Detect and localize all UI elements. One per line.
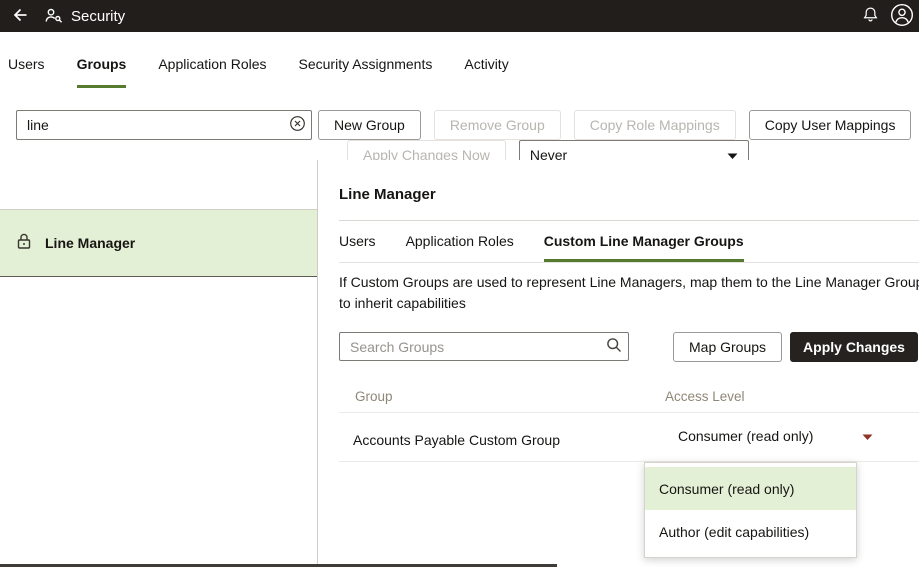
tab-groups[interactable]: Groups — [77, 56, 127, 88]
lock-icon — [16, 232, 32, 255]
map-groups-button[interactable]: Map Groups — [673, 332, 782, 362]
detail-divider — [339, 220, 919, 221]
detail-tab-users[interactable]: Users — [339, 233, 376, 262]
search-groups-input[interactable] — [340, 339, 600, 355]
group-search-box — [16, 110, 312, 140]
arrow-left-icon — [11, 7, 28, 26]
group-detail-panel: Line Manager Users Application Roles Cus… — [319, 160, 919, 567]
access-level-dropdown: Consumer (read only) Author (edit capabi… — [644, 462, 857, 558]
page-title: Security — [71, 8, 125, 25]
detail-tab-application-roles[interactable]: Application Roles — [406, 233, 514, 262]
custom-groups-controls: Map Groups Apply Changes — [339, 332, 919, 364]
clear-search-button[interactable] — [283, 111, 311, 139]
detail-description: If Custom Groups are used to represent L… — [339, 272, 919, 314]
remove-group-button[interactable]: Remove Group — [434, 110, 561, 140]
detail-tabs: Users Application Roles Custom Line Mana… — [339, 233, 919, 263]
bell-icon — [862, 6, 879, 26]
magnifier-icon — [606, 337, 622, 356]
tab-users[interactable]: Users — [8, 56, 45, 88]
back-button[interactable] — [0, 0, 38, 32]
group-actions-row: New Group Remove Group Copy Role Mapping… — [318, 110, 911, 140]
table-row: Accounts Payable Custom Group Consumer (… — [339, 420, 919, 462]
detail-title: Line Manager — [339, 186, 436, 203]
avatar[interactable] — [887, 0, 917, 32]
groups-list-panel: Line Manager — [0, 160, 318, 567]
tab-security-assignments[interactable]: Security Assignments — [299, 56, 433, 88]
column-header-group: Group — [355, 389, 393, 404]
access-level-select[interactable]: Consumer (read only) — [678, 428, 873, 444]
copy-user-mappings-button[interactable]: Copy User Mappings — [749, 110, 912, 140]
custom-groups-table-header: Group Access Level — [339, 385, 919, 413]
column-header-access-level: Access Level — [665, 389, 745, 404]
group-item-label: Line Manager — [45, 235, 135, 251]
circle-x-icon — [289, 115, 306, 135]
cell-group-name: Accounts Payable Custom Group — [353, 432, 560, 448]
group-search-input[interactable] — [17, 117, 283, 133]
tab-application-roles[interactable]: Application Roles — [158, 56, 266, 88]
user-circle-icon — [890, 3, 914, 30]
tab-activity[interactable]: Activity — [464, 56, 508, 88]
security-users-icon — [44, 7, 63, 25]
new-group-button[interactable]: New Group — [318, 110, 421, 140]
access-level-value: Consumer (read only) — [678, 428, 813, 444]
app-window: Security Users Groups Application Roles … — [0, 0, 919, 567]
apply-changes-button[interactable]: Apply Changes — [790, 332, 918, 362]
app-header: Security — [0, 0, 919, 32]
primary-tabs: Users Groups Application Roles Security … — [8, 56, 509, 88]
detail-tab-custom-line-manager-groups[interactable]: Custom Line Manager Groups — [544, 233, 744, 262]
dropdown-option-author[interactable]: Author (edit capabilities) — [645, 510, 856, 553]
search-groups-box — [339, 332, 629, 361]
search-groups-button[interactable] — [600, 333, 628, 360]
copy-role-mappings-button[interactable]: Copy Role Mappings — [574, 110, 736, 140]
triangle-down-icon — [862, 428, 873, 444]
dropdown-option-consumer[interactable]: Consumer (read only) — [645, 467, 856, 510]
notifications-button[interactable] — [853, 0, 887, 32]
list-item-line-manager[interactable]: Line Manager — [0, 209, 317, 277]
